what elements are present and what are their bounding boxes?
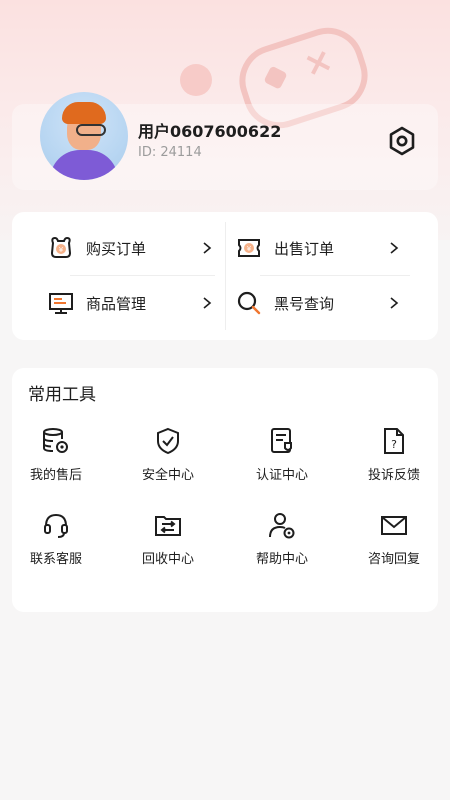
sell-order-button[interactable]: ¥ 出售订单: [236, 222, 406, 274]
tool-label: 帮助中心: [255, 552, 308, 567]
tool-consult-reply[interactable]: 咨询回复: [344, 510, 444, 567]
decorative-circle: [180, 64, 212, 96]
shield-check-icon: [153, 426, 183, 456]
tool-complaint-feedback[interactable]: ? 投诉反馈: [344, 426, 444, 483]
blacklist-query-label: 黑号查询: [274, 294, 335, 313]
tool-label: 联系客服: [29, 552, 82, 567]
buy-order-button[interactable]: ¥ 购买订单: [48, 222, 218, 274]
divider: [70, 275, 215, 276]
tool-label: 咨询回复: [367, 552, 420, 567]
goods-management-label: 商品管理: [86, 294, 147, 313]
tool-after-sales[interactable]: 我的售后: [6, 426, 106, 483]
svg-text:¥: ¥: [59, 246, 64, 254]
tool-contact-support[interactable]: 联系客服: [6, 510, 106, 567]
tool-label: 认证中心: [255, 468, 308, 483]
chevron-right-icon: [203, 297, 212, 309]
tool-label: 安全中心: [141, 468, 194, 483]
tool-recycle-center[interactable]: 回收中心: [118, 510, 218, 567]
user-gear-icon: [267, 510, 297, 540]
chevron-right-icon: [390, 242, 399, 254]
tool-help-center[interactable]: 帮助中心: [232, 510, 332, 567]
user-id: ID: 24114: [138, 145, 202, 160]
avatar[interactable]: [40, 92, 128, 180]
folder-exchange-icon: [153, 510, 183, 540]
chevron-right-icon: [390, 297, 399, 309]
search-icon: [236, 290, 262, 316]
buy-order-label: 购买订单: [86, 239, 147, 258]
sell-order-icon: ¥: [236, 235, 262, 261]
hexagon-gear-icon: [389, 126, 415, 156]
settings-button[interactable]: [383, 122, 421, 160]
svg-text:¥: ¥: [247, 245, 252, 253]
username: 用户0607600622: [138, 122, 282, 141]
mail-icon: [379, 510, 409, 540]
tool-label: 回收中心: [141, 552, 194, 567]
divider: [225, 222, 226, 330]
sell-order-label: 出售订单: [274, 239, 335, 258]
goods-management-button[interactable]: 商品管理: [48, 277, 218, 329]
after-sales-icon: [41, 426, 71, 456]
tool-label: 投诉反馈: [367, 468, 420, 483]
headset-icon: [41, 510, 71, 540]
tool-label: 我的售后: [29, 468, 82, 483]
profile-page: 用户0607600622 ID: 24114 ¥ 购买订单 ¥: [0, 0, 450, 800]
svg-text:?: ?: [391, 438, 397, 451]
chevron-right-icon: [203, 242, 212, 254]
certificate-icon: [267, 426, 297, 456]
buy-order-icon: ¥: [48, 235, 74, 261]
blacklist-query-button[interactable]: 黑号查询: [236, 277, 406, 329]
section-title: 常用工具: [28, 385, 96, 405]
divider: [260, 275, 410, 276]
document-question-icon: ?: [379, 426, 409, 456]
tool-security-center[interactable]: 安全中心: [118, 426, 218, 483]
monitor-icon: [48, 290, 74, 316]
tool-certification-center[interactable]: 认证中心: [232, 426, 332, 483]
